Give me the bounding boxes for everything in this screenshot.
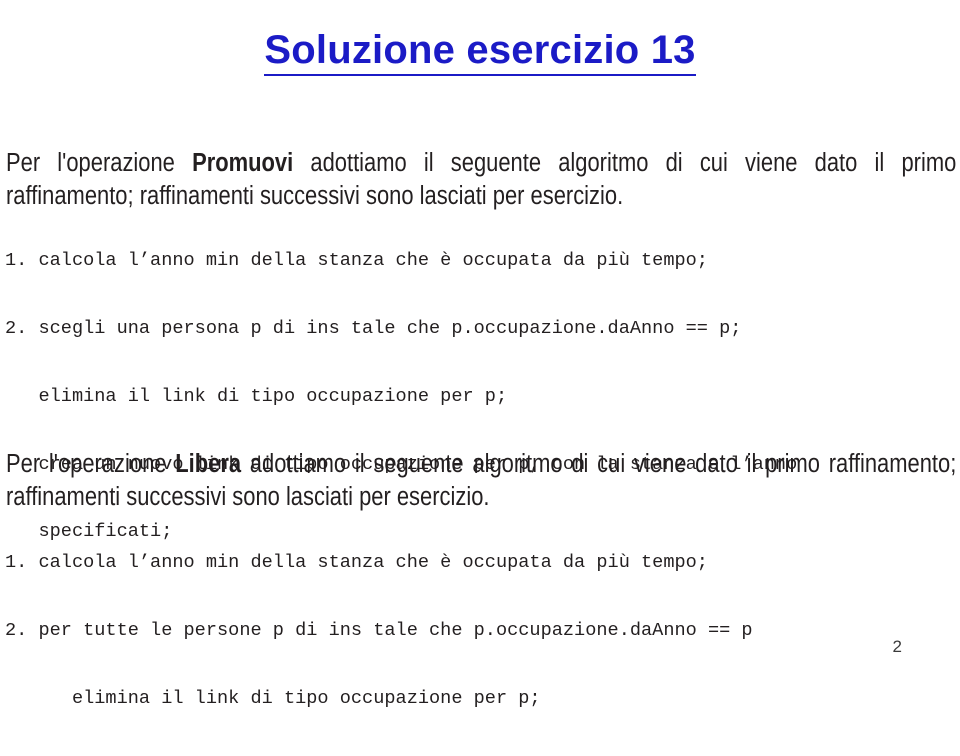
code-line: 1. calcola l’anno min della stanza che è… (5, 552, 708, 574)
paragraph-promuovi: Per l'operazione Promuovi adottiamo il s… (6, 147, 956, 214)
slide-canvas: Soluzione esercizio 13 Per l'operazione … (0, 0, 960, 709)
paragraph-libera-prefix: Per l'operazione (6, 449, 176, 478)
paragraph-promuovi-emphasis: Promuovi (192, 148, 294, 177)
code-block-libera: 1. calcola l’anno min della stanza che è… (5, 507, 753, 756)
page-title-text: Soluzione esercizio 13 (264, 27, 696, 76)
paragraph-promuovi-prefix: Per l'operazione (6, 148, 193, 177)
code-line: 2. scegli una persona p di ins tale che … (5, 317, 742, 339)
page-number: 2 (892, 637, 902, 656)
page-title: Soluzione esercizio 13 (0, 27, 960, 76)
paragraph-libera-emphasis: Libera (175, 449, 242, 478)
code-line: elimina il link di tipo occupazione per … (5, 687, 541, 709)
code-line: 2. per tutte le persone p di ins tale ch… (5, 619, 753, 641)
code-line: 1. calcola l’anno min della stanza che è… (5, 250, 708, 272)
code-line: elimina il link di tipo occupazione per … (5, 385, 508, 407)
paragraph-libera: Per l'operazione Libera adottiamo il seg… (6, 448, 956, 515)
